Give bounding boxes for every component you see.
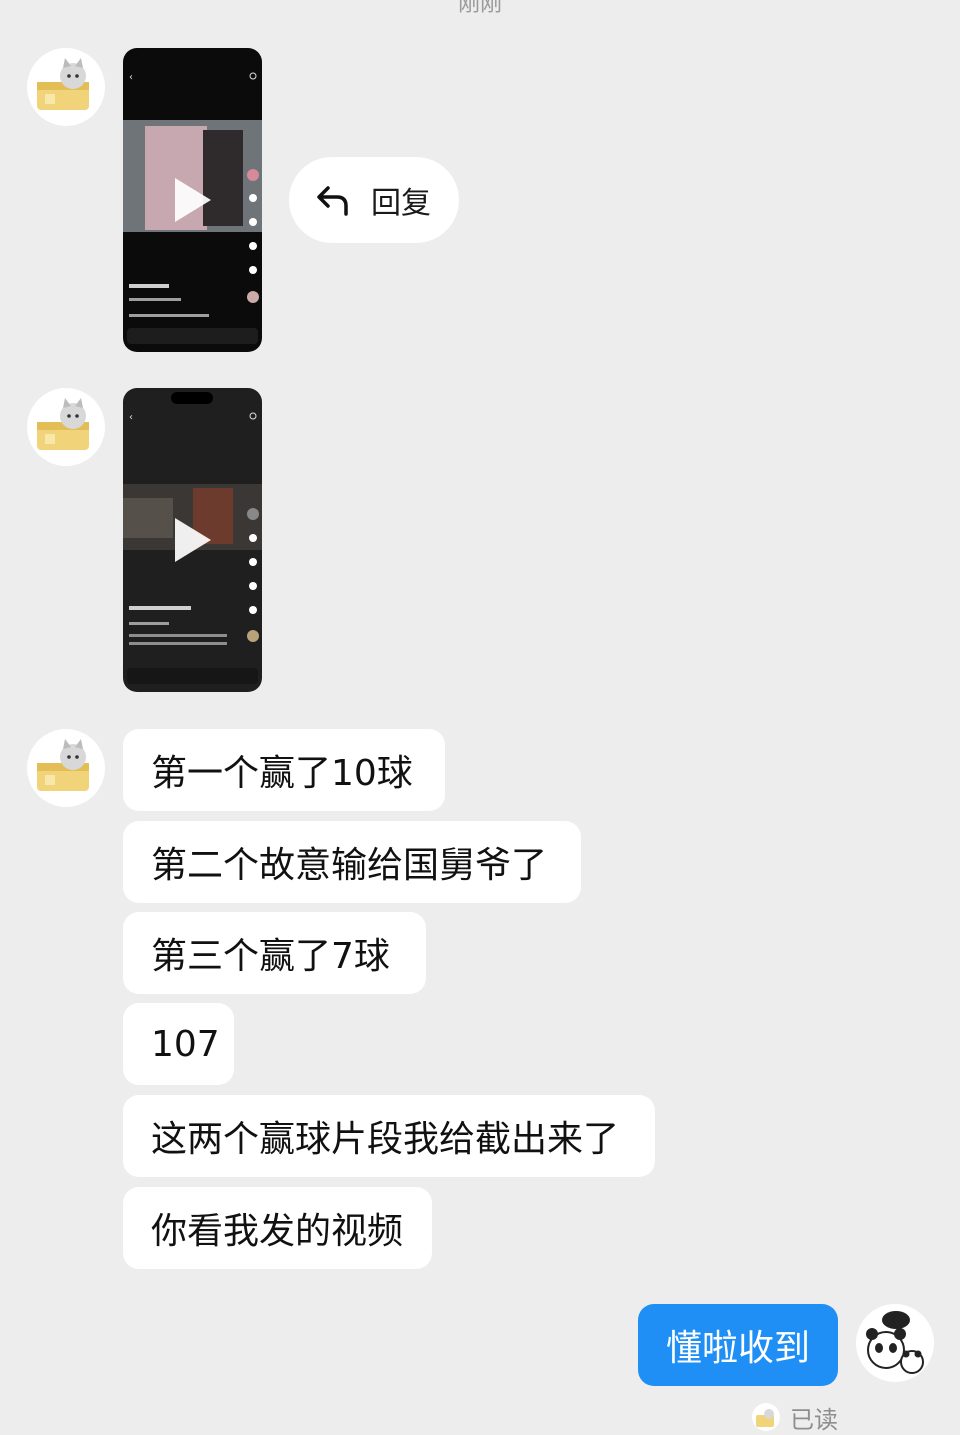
mini-contact-avatar: [752, 1403, 780, 1431]
svg-text:‹: ‹: [129, 72, 133, 83]
svg-text:‹: ‹: [129, 412, 133, 423]
message-bubble[interactable]: 第二个故意输给国舅爷了: [123, 821, 581, 903]
my-avatar[interactable]: [856, 1304, 934, 1382]
cat-in-box-avatar-icon: [37, 398, 89, 450]
timestamp-label: 刚刚: [457, 0, 502, 17]
reply-arrow-icon: [313, 180, 353, 220]
message-bubble[interactable]: 107: [123, 1003, 234, 1085]
video-message-1[interactable]: ‹: [123, 48, 262, 352]
contact-avatar[interactable]: [27, 729, 105, 807]
video-message-2[interactable]: ‹: [123, 388, 262, 692]
play-icon[interactable]: [173, 176, 213, 224]
reply-label: 回复: [371, 186, 431, 221]
message-bubble[interactable]: 这两个赢球片段我给截出来了: [123, 1095, 655, 1177]
play-icon[interactable]: [173, 516, 213, 564]
my-message-bubble[interactable]: 懂啦收到: [638, 1304, 838, 1386]
read-status-label: 已读: [790, 1405, 838, 1434]
message-bubble[interactable]: 第三个赢了7球: [123, 912, 426, 994]
reply-button[interactable]: 回复: [289, 157, 459, 243]
cat-in-box-avatar-icon: [37, 58, 89, 110]
message-bubble[interactable]: 第一个赢了10球: [123, 729, 445, 811]
message-bubble[interactable]: 你看我发的视频: [123, 1187, 432, 1269]
panda-avatar-icon: [866, 1311, 924, 1374]
contact-avatar[interactable]: [27, 388, 105, 466]
cat-in-box-avatar-icon: [37, 739, 89, 791]
contact-avatar[interactable]: [27, 48, 105, 126]
